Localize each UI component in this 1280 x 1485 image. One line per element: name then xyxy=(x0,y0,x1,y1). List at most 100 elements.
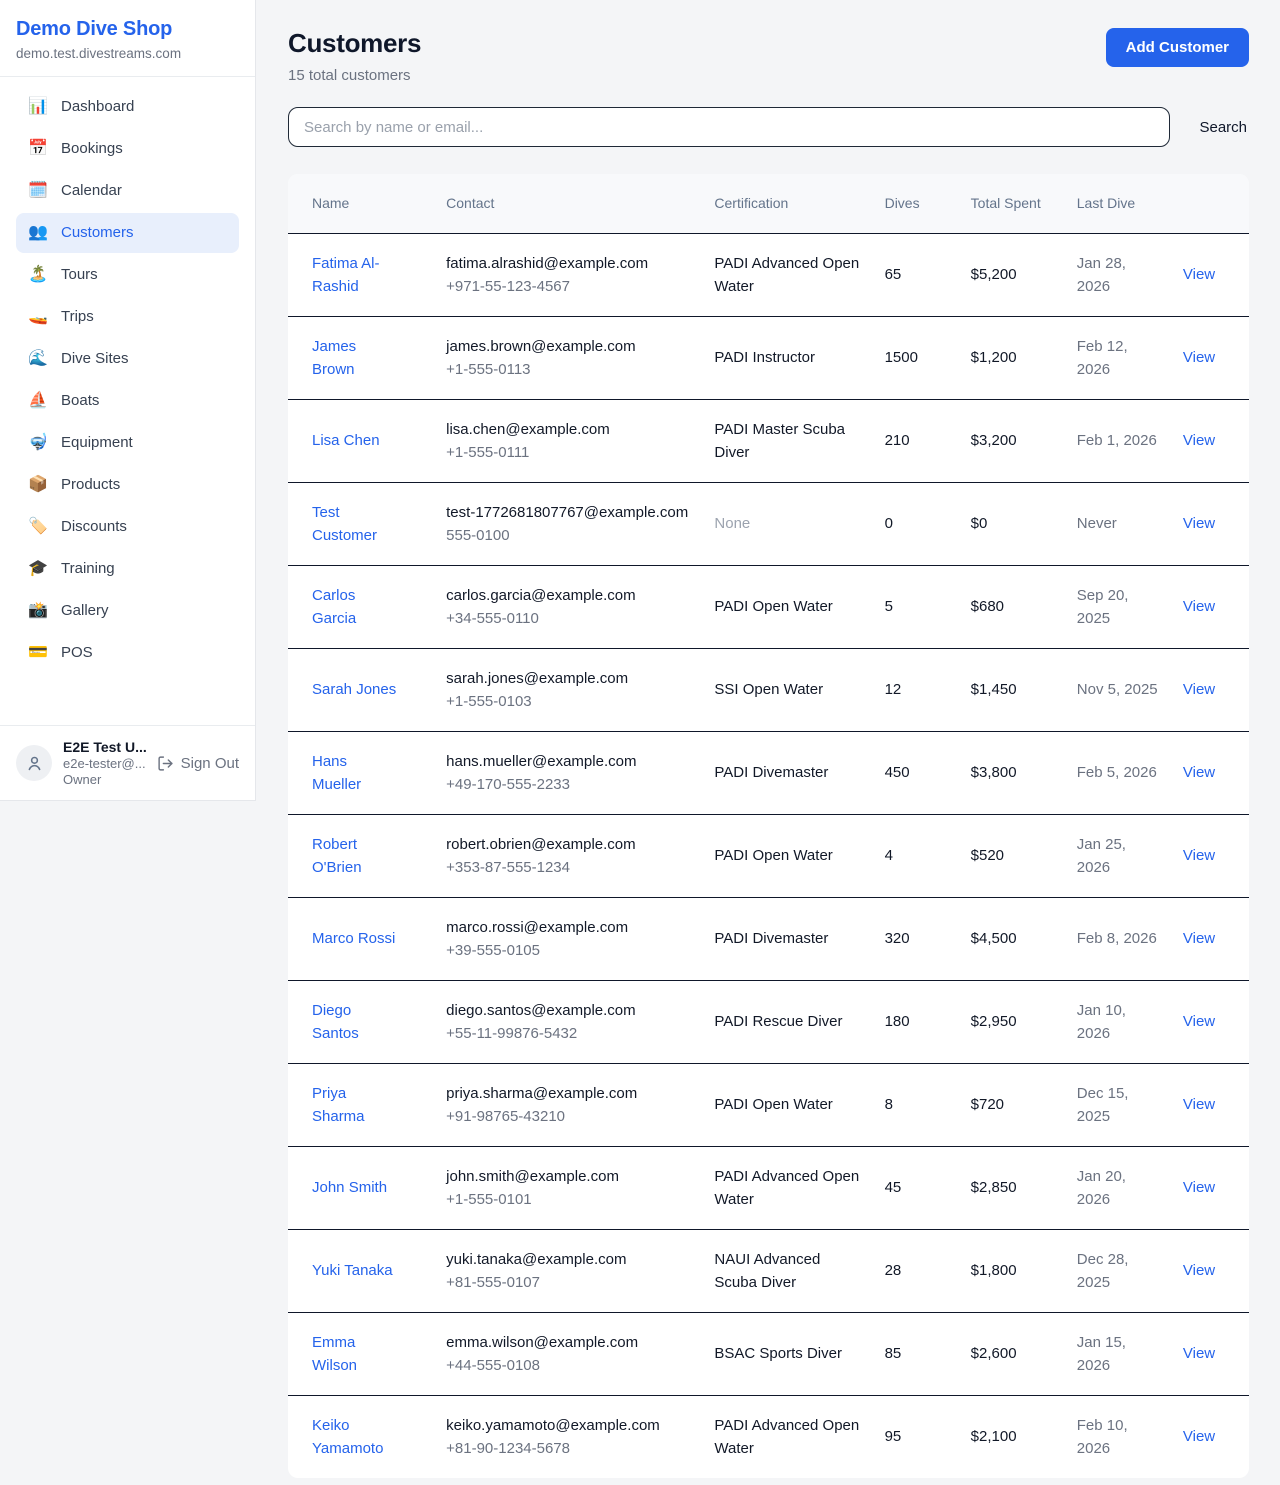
user-email: e2e-tester@... xyxy=(63,756,146,771)
logout-icon xyxy=(157,755,174,772)
sidebar-item-gallery[interactable]: 📸 Gallery xyxy=(16,591,239,631)
column-header-actions xyxy=(1171,174,1249,233)
sidebar-item-bookings[interactable]: 📅 Bookings xyxy=(16,129,239,169)
customer-name-link[interactable]: Fatima Al-Rashid xyxy=(312,255,380,295)
search-button[interactable]: Search xyxy=(1197,119,1249,136)
view-customer-link[interactable]: View xyxy=(1183,847,1215,864)
view-customer-link[interactable]: View xyxy=(1183,266,1215,283)
sidebar-item-products[interactable]: 📦 Products xyxy=(16,465,239,505)
customer-email: diego.santos@example.com xyxy=(446,999,690,1022)
sidebar-item-trips[interactable]: 🚤 Trips xyxy=(16,297,239,337)
customer-name-link[interactable]: Keiko Yamamoto xyxy=(312,1417,383,1457)
customer-name-link[interactable]: Diego Santos xyxy=(312,1002,359,1042)
customer-certification: PADI Advanced Open Water xyxy=(714,1417,859,1457)
sidebar-item-boats[interactable]: ⛵ Boats xyxy=(16,381,239,421)
customer-last-dive: Feb 1, 2026 xyxy=(1077,432,1157,449)
camera-icon: 📸 xyxy=(28,601,48,621)
view-customer-link[interactable]: View xyxy=(1183,432,1215,449)
customer-certification: PADI Open Water xyxy=(714,598,832,615)
customer-name-link[interactable]: James Brown xyxy=(312,338,356,378)
sidebar-item-calendar[interactable]: 🗓️ Calendar xyxy=(16,171,239,211)
table-row: Hans Mueller hans.mueller@example.com +4… xyxy=(288,731,1249,814)
sidebar-item-tours[interactable]: 🏝️ Tours xyxy=(16,255,239,295)
sidebar-item-training[interactable]: 🎓 Training xyxy=(16,549,239,589)
view-customer-link[interactable]: View xyxy=(1183,1096,1215,1113)
view-customer-link[interactable]: View xyxy=(1183,1345,1215,1362)
sidebar-item-pos[interactable]: 💳 POS xyxy=(16,633,239,673)
customer-total-spent: $2,600 xyxy=(971,1345,1017,1362)
view-customer-link[interactable]: View xyxy=(1183,1013,1215,1030)
table-row: Carlos Garcia carlos.garcia@example.com … xyxy=(288,565,1249,648)
nav-item-label: POS xyxy=(61,643,93,663)
customer-name-link[interactable]: Hans Mueller xyxy=(312,753,361,793)
customer-last-dive: Jan 15, 2026 xyxy=(1077,1334,1126,1374)
customer-last-dive: Jan 10, 2026 xyxy=(1077,1002,1126,1042)
sidebar-item-customers[interactable]: 👥 Customers xyxy=(16,213,239,253)
shop-name: Demo Dive Shop xyxy=(16,18,239,41)
customer-email: john.smith@example.com xyxy=(446,1165,690,1188)
customer-dives: 28 xyxy=(885,1262,902,1279)
sidebar-item-dashboard[interactable]: 📊 Dashboard xyxy=(16,87,239,127)
customer-name-link[interactable]: Lisa Chen xyxy=(312,432,380,449)
customer-certification: None xyxy=(714,515,750,532)
customer-total-spent: $520 xyxy=(971,847,1004,864)
customer-name-link[interactable]: Emma Wilson xyxy=(312,1334,357,1374)
page-title: Customers xyxy=(288,28,421,59)
sign-out-button[interactable]: Sign Out xyxy=(157,755,239,772)
view-customer-link[interactable]: View xyxy=(1183,349,1215,366)
view-customer-link[interactable]: View xyxy=(1183,930,1215,947)
customer-certification: PADI Advanced Open Water xyxy=(714,1168,859,1208)
customer-phone: +34-555-0110 xyxy=(446,607,690,630)
view-customer-link[interactable]: View xyxy=(1183,1428,1215,1445)
sidebar-item-discounts[interactable]: 🏷️ Discounts xyxy=(16,507,239,547)
view-customer-link[interactable]: View xyxy=(1183,681,1215,698)
customer-name-link[interactable]: Sarah Jones xyxy=(312,681,396,698)
table-row: Fatima Al-Rashid fatima.alrashid@example… xyxy=(288,233,1249,316)
customer-dives: 5 xyxy=(885,598,893,615)
sidebar-item-equipment[interactable]: 🤿 Equipment xyxy=(16,423,239,463)
customer-last-dive: Jan 25, 2026 xyxy=(1077,836,1126,876)
search-input[interactable] xyxy=(288,107,1170,147)
spiral-calendar-icon: 🗓️ xyxy=(28,181,48,201)
nav-item-label: Calendar xyxy=(61,181,122,201)
view-customer-link[interactable]: View xyxy=(1183,1179,1215,1196)
customer-dives: 65 xyxy=(885,266,902,283)
customer-email: yuki.tanaka@example.com xyxy=(446,1248,690,1271)
view-customer-link[interactable]: View xyxy=(1183,515,1215,532)
customer-name-link[interactable]: John Smith xyxy=(312,1179,387,1196)
customer-email: keiko.yamamoto@example.com xyxy=(446,1414,690,1437)
customer-total-spent: $4,500 xyxy=(971,930,1017,947)
sidebar-nav: 📊 Dashboard 📅 Bookings 🗓️ Calendar 👥 Cus… xyxy=(0,77,255,685)
customer-name-link[interactable]: Priya Sharma xyxy=(312,1085,365,1125)
customer-certification: PADI Rescue Diver xyxy=(714,1013,842,1030)
customer-certification: NAUI Advanced Scuba Diver xyxy=(714,1251,820,1291)
customer-name-link[interactable]: Carlos Garcia xyxy=(312,587,356,627)
customer-email: hans.mueller@example.com xyxy=(446,750,690,773)
customer-last-dive: Feb 10, 2026 xyxy=(1077,1417,1128,1457)
view-customer-link[interactable]: View xyxy=(1183,1262,1215,1279)
customer-name-link[interactable]: Robert O'Brien xyxy=(312,836,362,876)
customer-email: sarah.jones@example.com xyxy=(446,667,690,690)
column-header-certification: Certification xyxy=(702,174,872,233)
customer-name-link[interactable]: Test Customer xyxy=(312,504,377,544)
customer-dives: 12 xyxy=(885,681,902,698)
customer-total-spent: $2,850 xyxy=(971,1179,1017,1196)
table-row: John Smith john.smith@example.com +1-555… xyxy=(288,1146,1249,1229)
customer-phone: 555-0100 xyxy=(446,524,690,547)
customer-email: lisa.chen@example.com xyxy=(446,418,690,441)
tag-icon: 🏷️ xyxy=(28,517,48,537)
nav-item-label: Bookings xyxy=(61,139,123,159)
customer-name-link[interactable]: Marco Rossi xyxy=(312,930,395,947)
sidebar-item-dive-sites[interactable]: 🌊 Dive Sites xyxy=(16,339,239,379)
customer-dives: 85 xyxy=(885,1345,902,1362)
customer-certification: PADI Divemaster xyxy=(714,764,828,781)
customer-phone: +44-555-0108 xyxy=(446,1354,690,1377)
add-customer-button[interactable]: Add Customer xyxy=(1106,28,1249,67)
customer-email: robert.obrien@example.com xyxy=(446,833,690,856)
view-customer-link[interactable]: View xyxy=(1183,598,1215,615)
customer-dives: 450 xyxy=(885,764,910,781)
customer-last-dive: Dec 28, 2025 xyxy=(1077,1251,1129,1291)
customer-total-spent: $3,800 xyxy=(971,764,1017,781)
view-customer-link[interactable]: View xyxy=(1183,764,1215,781)
customer-name-link[interactable]: Yuki Tanaka xyxy=(312,1262,393,1279)
